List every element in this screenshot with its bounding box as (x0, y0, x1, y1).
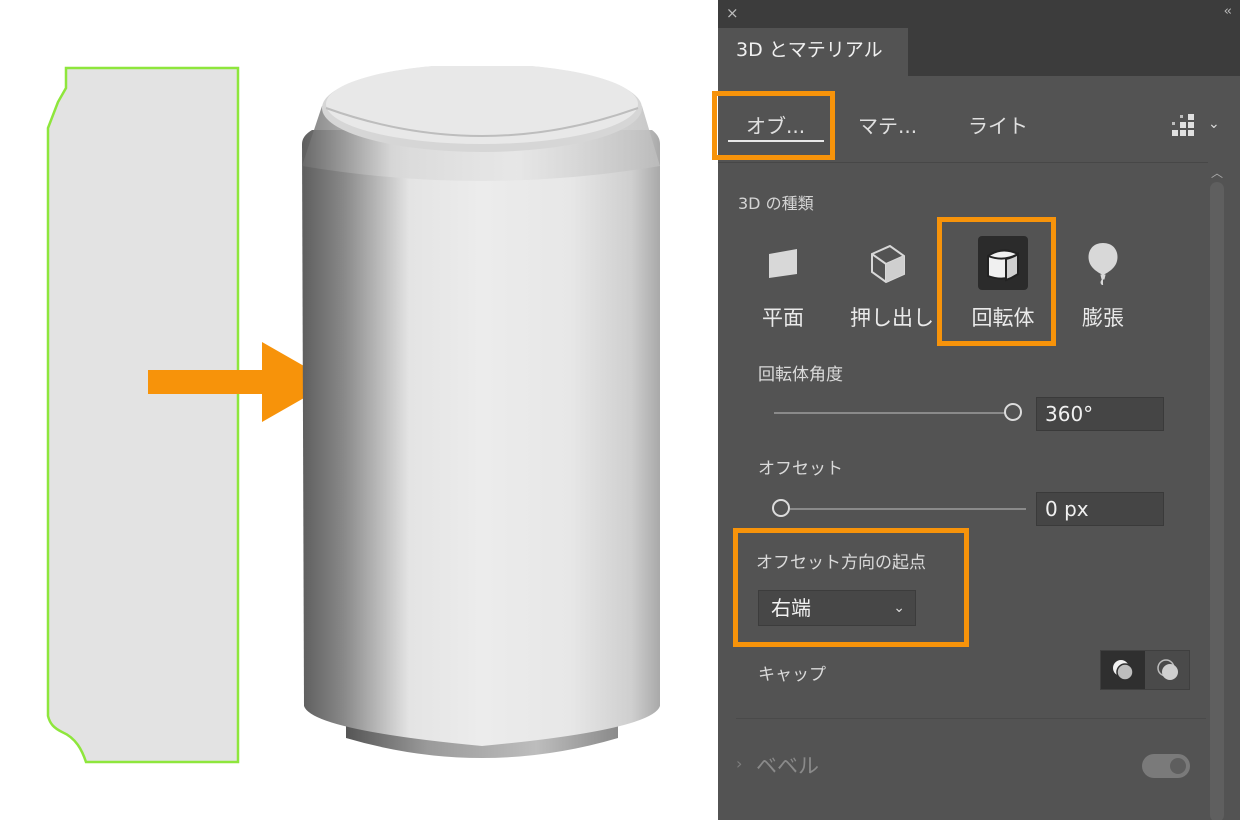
panel-title-bar: × ‹‹ (718, 0, 1240, 28)
cap-off-button[interactable] (1146, 651, 1190, 689)
extrude-cube-icon (862, 236, 912, 290)
offset-slider-track[interactable] (790, 508, 1026, 510)
offset-slider-knob[interactable] (772, 499, 790, 517)
bevel-toggle-knob (1170, 758, 1186, 774)
panel-tab-strip: 3D とマテリアル (718, 28, 1240, 76)
type-extrude-button[interactable]: 押し出し (850, 236, 934, 332)
highlight-offset-origin (733, 528, 969, 647)
divider (736, 718, 1206, 719)
bevel-toggle[interactable] (1142, 754, 1190, 778)
cap-off-icon (1157, 659, 1178, 680)
revolve-angle-slider-knob[interactable] (1004, 403, 1022, 421)
scroll-thumb[interactable] (1210, 182, 1224, 820)
scrollbar[interactable]: ︿ (1208, 162, 1226, 820)
type-plane-button[interactable]: 平面 (746, 236, 820, 332)
chevron-down-icon[interactable]: ⌄ (1208, 116, 1220, 132)
divider (718, 162, 1208, 163)
plane-icon (758, 236, 808, 290)
preset-grid-icon[interactable] (1170, 114, 1198, 140)
tab-material[interactable]: マテ... (858, 110, 917, 139)
revolve-angle-input[interactable]: 360° (1036, 397, 1164, 431)
highlight-revolve-type (937, 217, 1056, 346)
3d-type-section-label: 3D の種類 (738, 194, 814, 213)
cap-on-icon (1113, 660, 1134, 681)
highlight-object-tab (712, 91, 835, 160)
scroll-up-icon[interactable]: ︿ (1211, 164, 1223, 181)
close-icon[interactable]: × (726, 4, 739, 22)
inflate-balloon-icon (1078, 236, 1128, 290)
cap-on-button[interactable] (1101, 651, 1145, 689)
cap-toggle-group (1100, 650, 1190, 690)
type-inflate-button[interactable]: 膨張 (1066, 236, 1140, 332)
panel-tab-3d-materials[interactable]: 3D とマテリアル (718, 28, 908, 76)
revolve-angle-slider-track[interactable] (774, 412, 1010, 414)
revolve-angle-label: 回転体角度 (758, 365, 843, 385)
tab-light[interactable]: ライト (968, 110, 1028, 139)
type-extrude-label: 押し出し (850, 306, 934, 330)
type-inflate-label: 膨張 (1082, 306, 1124, 330)
offset-input[interactable]: 0 px (1036, 492, 1164, 526)
offset-label: オフセット (758, 459, 843, 479)
collapse-icon[interactable]: ‹‹ (1224, 4, 1233, 19)
type-plane-label: 平面 (762, 306, 804, 330)
3d-can-render (302, 66, 660, 758)
bevel-section-label[interactable]: ベベル (756, 750, 819, 780)
chevron-right-icon[interactable]: › (736, 754, 742, 773)
cap-label: キャップ (758, 665, 826, 685)
